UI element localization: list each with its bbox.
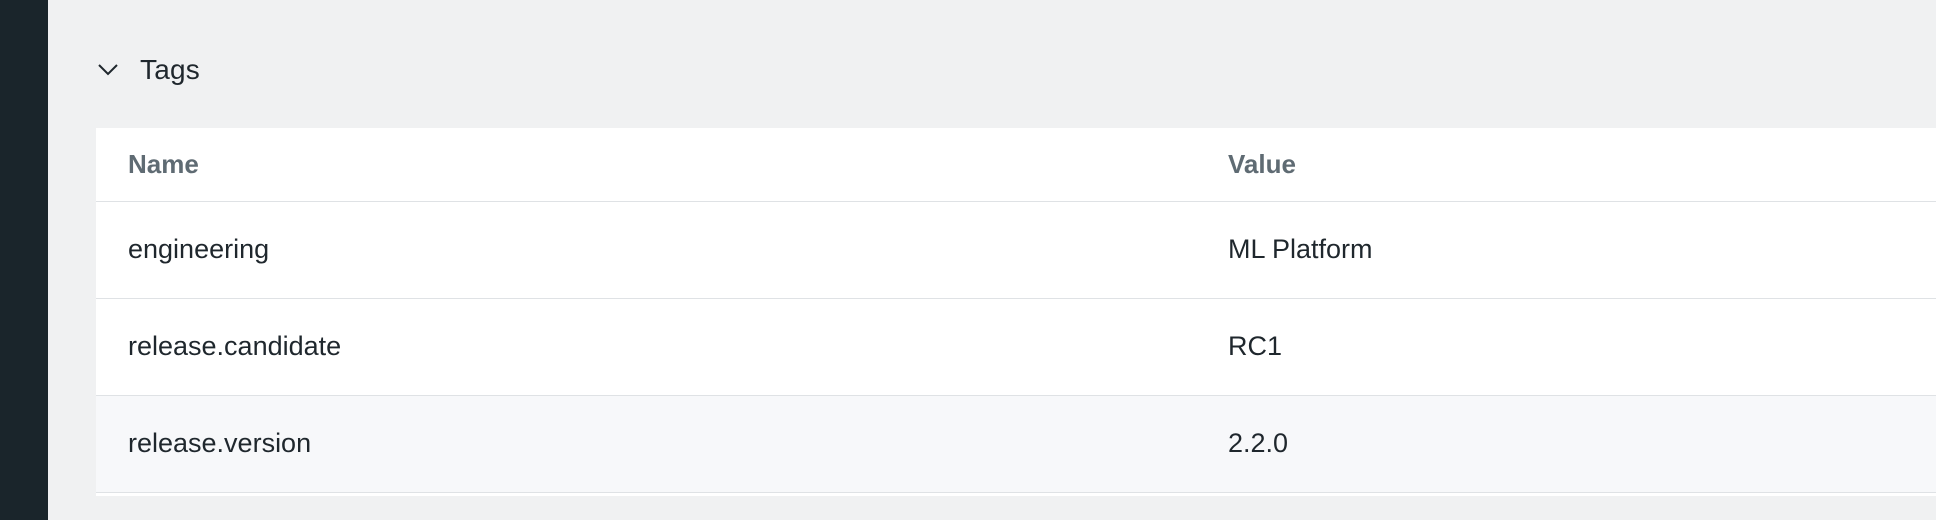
chevron-down-icon[interactable] xyxy=(96,58,120,82)
table-row: engineering ML Platform xyxy=(96,201,1936,298)
column-header-value: Value xyxy=(1228,148,1296,179)
tag-value-cell: 2.2.0 xyxy=(1228,428,1289,458)
tag-value-cell: ML Platform xyxy=(1228,234,1373,264)
table-row: release.candidate RC1 xyxy=(96,298,1936,395)
tags-section-toggle[interactable]: Tags xyxy=(96,44,200,96)
table-header-row: Name Value xyxy=(96,128,1936,201)
left-navigation-rail xyxy=(0,0,48,520)
column-header-name: Name xyxy=(128,148,199,179)
section-title: Tags xyxy=(140,54,200,85)
tag-name-cell: release.version xyxy=(128,428,312,458)
table-row: release.version 2.2.0 xyxy=(96,395,1936,492)
tag-name-cell: engineering xyxy=(128,234,270,264)
tags-table: Name Value engineering ML Platform relea… xyxy=(96,128,1936,496)
tag-value-cell: RC1 xyxy=(1228,331,1283,361)
tag-name-cell: release.candidate xyxy=(128,331,342,361)
